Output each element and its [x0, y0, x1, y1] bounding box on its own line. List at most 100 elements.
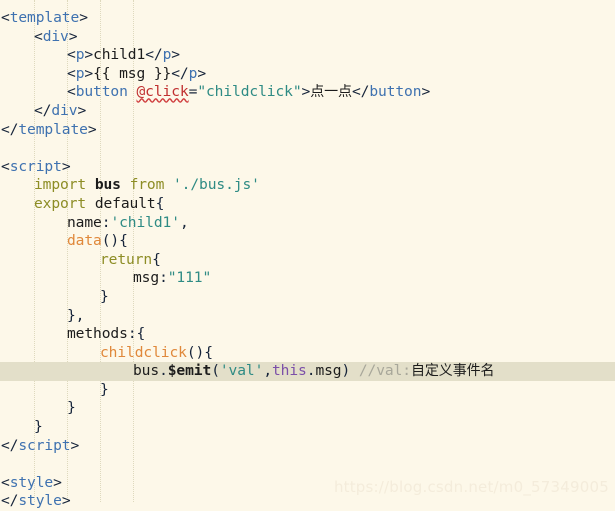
code-line[interactable]: } [0, 399, 615, 418]
token-tag: style [18, 492, 62, 510]
code-line[interactable]: </template> [0, 121, 615, 140]
token-plain: methods [67, 325, 128, 343]
token-punc: </ [1, 436, 19, 454]
token-punc: = [188, 83, 198, 101]
token-kw: from [129, 176, 165, 194]
code-line[interactable]: <script> [0, 158, 615, 177]
token-punc: { [155, 194, 165, 212]
token-punc: } [34, 418, 43, 436]
token-str: 'val' [219, 362, 264, 380]
code-line[interactable]: msg:"111" [0, 269, 615, 288]
token-punc: > [171, 46, 180, 64]
token-punc: </ [34, 101, 52, 119]
token-punc: < [1, 473, 10, 491]
token-punc: , [179, 213, 189, 231]
token-punc: } [67, 399, 76, 417]
token-tag: script [18, 436, 71, 454]
token-tag: p [188, 64, 198, 82]
code-line[interactable]: data(){ [0, 232, 615, 251]
token-comment: 自定义事件名 [411, 363, 495, 380]
token-plain: name [67, 213, 102, 231]
token-punc: }, [67, 306, 85, 324]
token-tag: button [75, 83, 128, 101]
token-comment: //val: [358, 362, 411, 380]
token-punc: </ [1, 492, 19, 510]
token-punc: :{ [127, 325, 146, 343]
token-tag: template [18, 120, 88, 138]
code-line[interactable]: return{ [0, 251, 615, 270]
token-punc: (){ [186, 343, 213, 361]
token-tag: style [9, 473, 54, 491]
code-line[interactable]: </script> [0, 437, 615, 456]
token-tag: template [9, 9, 80, 26]
code-line[interactable]: import bus from './bus.js' [0, 176, 615, 195]
code-line[interactable]: methods:{ [0, 325, 615, 344]
code-line[interactable]: export default{ [0, 195, 615, 214]
token-punc: </ [351, 83, 370, 101]
token-plain: msg [315, 362, 342, 380]
code-editor-window: <template> <div> <p>child1</p> <p>{{ msg }}… [0, 0, 615, 509]
code-line[interactable]: name:'child1', [0, 214, 615, 233]
code-line[interactable]: bus.$emit('val',this.msg) //val:自定义事件名 [0, 362, 615, 381]
token-punc: </ [145, 46, 163, 64]
code-line[interactable]: <button @click="childclick">点一点</button> [0, 83, 615, 102]
token-fn: data [67, 232, 102, 250]
token-punc: > [84, 64, 94, 82]
token-punc: } [100, 287, 109, 305]
code-line[interactable]: </div> [0, 102, 615, 121]
token-punc: (){ [101, 232, 128, 250]
token-punc: > [87, 120, 97, 138]
token-punc: > [421, 83, 431, 101]
token-punc: < [67, 64, 76, 82]
token-punc: , [263, 362, 272, 380]
token-punc: < [67, 46, 76, 64]
token-this: this [272, 362, 307, 380]
token-plain: child1 [93, 46, 146, 64]
token-plain: default [94, 194, 156, 212]
token-punc: </ [171, 64, 189, 82]
token-fn: childclick [100, 343, 187, 361]
token-punc: : [159, 269, 168, 287]
code-line[interactable]: }, [0, 307, 615, 326]
watermark-text: https://blog.csdn.net/m0_57349005 [333, 478, 609, 496]
token-punc: > [61, 492, 71, 510]
token-punc: < [1, 9, 10, 26]
token-str: './bus.js' [173, 176, 260, 194]
code-line[interactable] [0, 139, 615, 158]
token-ident: $emit [167, 362, 212, 380]
code-line[interactable]: <p>{{ msg }}</p> [0, 65, 615, 84]
token-tag: script [9, 157, 62, 175]
code-line[interactable]: <p>child1</p> [0, 46, 615, 65]
token-punc: > [68, 27, 78, 45]
token-kw: import [34, 176, 87, 194]
token-punc: ( [211, 362, 220, 380]
token-tag: div [51, 101, 78, 119]
code-line[interactable]: <div> [0, 28, 615, 47]
token-cjk: 点一点 [310, 84, 352, 101]
token-kw: return [100, 250, 153, 268]
token-ident: bus [94, 176, 121, 194]
token-tag: button [369, 83, 422, 101]
token-punc: > [79, 9, 88, 26]
token-kw: export [34, 194, 87, 212]
token-punc: > [53, 473, 62, 491]
token-plain: {{ msg }} [93, 64, 172, 82]
token-plain: msg [133, 269, 160, 287]
token-punc: < [34, 27, 43, 45]
code-line[interactable]: <template> [0, 9, 615, 28]
token-tag: div [42, 27, 69, 45]
token-punc: > [197, 64, 206, 82]
code-line[interactable]: } [0, 381, 615, 400]
token-punc: < [1, 157, 10, 175]
code-line[interactable]: childclick(){ [0, 344, 615, 363]
token-punc: > [84, 46, 94, 64]
code-content[interactable]: <template> <div> <p>child1</p> <p>{{ msg }}… [0, 0, 615, 509]
code-line[interactable]: } [0, 288, 615, 307]
code-line[interactable] [0, 455, 615, 474]
code-line[interactable]: } [0, 418, 615, 437]
token-str: "childclick" [197, 83, 302, 101]
token-punc: > [77, 101, 87, 119]
token-punc: > [70, 436, 80, 454]
